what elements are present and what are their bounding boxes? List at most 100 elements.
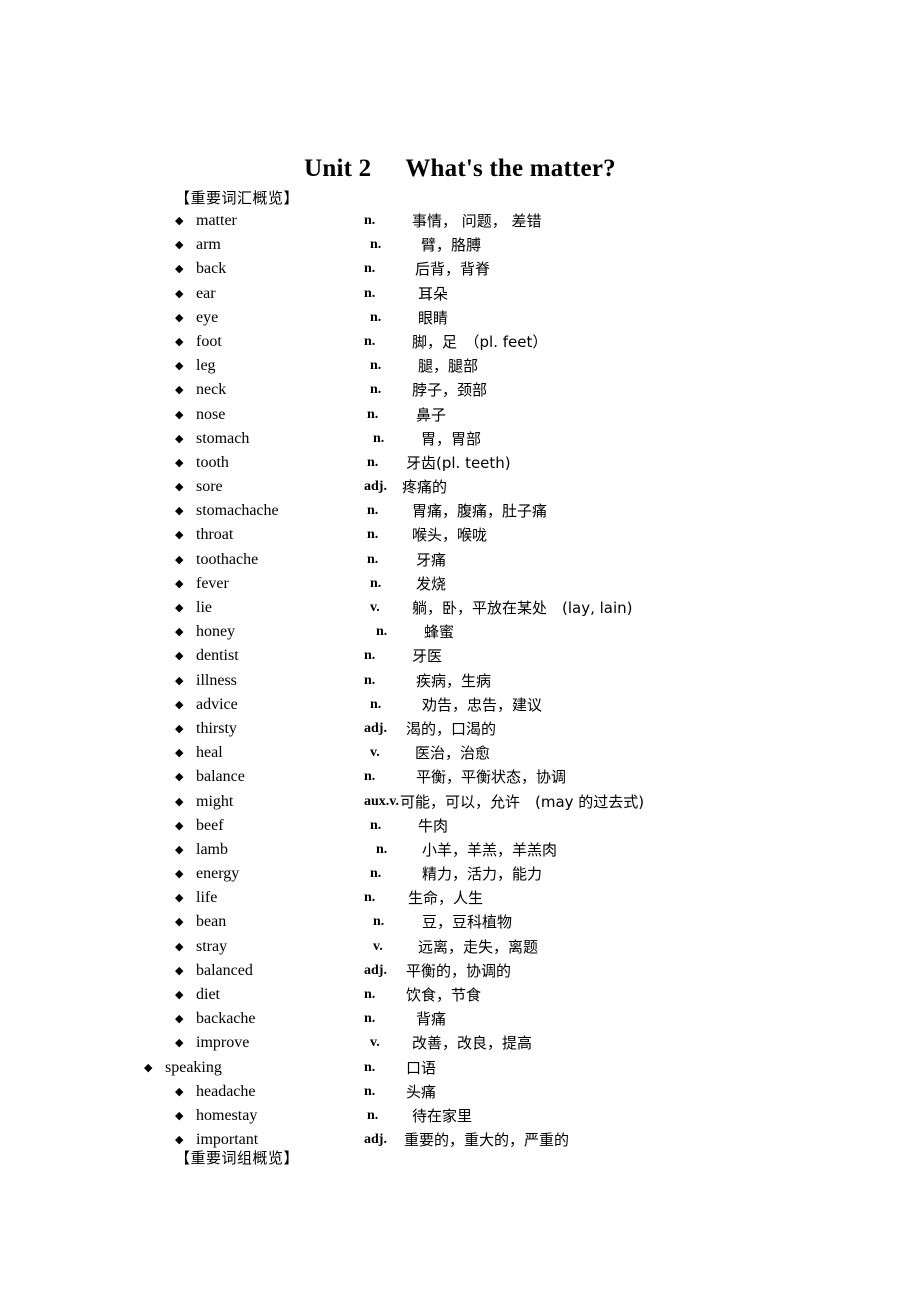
word-meaning: 牙医 (412, 647, 443, 666)
diamond-bullet-icon: ◆ (175, 455, 184, 469)
vocabulary-word: sore (196, 478, 223, 496)
vocabulary-row: ◆ beef n. 牛肉 (0, 814, 920, 838)
diamond-bullet-icon: ◆ (175, 673, 184, 687)
diamond-bullet-icon: ◆ (175, 601, 184, 614)
document-page: Unit 2 What's the matter? 【重要词汇概览】 ◆ matte… (0, 0, 920, 1302)
word-meaning: 臂，胳膊 (421, 236, 482, 255)
vocabulary-word: balance (196, 768, 245, 786)
part-of-speech: n. (364, 648, 376, 664)
diamond-bullet-icon: ◆ (175, 528, 184, 542)
part-of-speech: n. (367, 454, 379, 470)
diamond-bullet-icon: ◆ (175, 697, 184, 711)
diamond-bullet-icon: ◆ (175, 746, 184, 760)
diamond-bullet-icon: ◆ (175, 721, 184, 735)
vocabulary-word: tooth (196, 453, 229, 471)
part-of-speech: v. (370, 1035, 380, 1051)
title-unit-number: Unit 2 (304, 154, 372, 182)
word-meaning: 脖子，颈部 (412, 381, 488, 400)
part-of-speech: n. (367, 503, 379, 519)
part-of-speech: n. (370, 382, 382, 398)
word-meaning: 饮食，节食 (406, 986, 482, 1004)
vocabulary-word: leg (196, 357, 216, 375)
word-meaning: 胃，胃部 (421, 429, 482, 448)
part-of-speech: n. (373, 430, 385, 446)
word-meaning: 豆，豆科植物 (422, 913, 513, 932)
vocabulary-word: nose (196, 405, 226, 423)
vocabulary-word: homestay (196, 1106, 258, 1124)
part-of-speech: n. (370, 309, 382, 325)
vocabulary-row: ◆ stray v. 远离，走失，离题 (0, 935, 920, 959)
diamond-bullet-icon: ◆ (175, 504, 184, 518)
vocabulary-word: improve (196, 1034, 250, 1052)
diamond-bullet-icon: ◆ (175, 1084, 184, 1098)
vocabulary-word: life (196, 889, 218, 907)
part-of-speech: n. (370, 575, 382, 591)
diamond-bullet-icon: ◆ (175, 794, 184, 808)
word-meaning: 生命，人生 (408, 889, 484, 908)
vocabulary-word: stomach (196, 429, 250, 447)
vocabulary-row: ◆ life n. 生命，人生 (0, 886, 920, 910)
vocabulary-row: ◆ neck n. 脖子，颈部 (0, 378, 920, 402)
word-meaning: 蜂蜜 (424, 623, 455, 642)
part-of-speech: aux.v. (364, 793, 400, 809)
diamond-bullet-icon: ◆ (175, 238, 184, 252)
vocabulary-word: stray (196, 937, 228, 955)
word-meaning: 喉头，喉咙 (412, 526, 488, 545)
vocabulary-word: foot (196, 332, 222, 350)
word-meaning: 牙齿(pl. teeth) (406, 453, 511, 472)
word-meaning: 头痛 (406, 1082, 437, 1101)
part-of-speech: n. (370, 866, 382, 882)
word-meaning: 待在家里 (412, 1106, 473, 1125)
vocabulary-word: bean (196, 913, 227, 931)
diamond-bullet-icon: ◆ (175, 867, 184, 881)
word-meaning: 躺，卧，平放在某处 (lay, lain) (412, 599, 633, 617)
diamond-bullet-icon: ◆ (175, 1036, 184, 1050)
vocabulary-row: ◆ arm n. 臂，胳膊 (0, 233, 920, 257)
vocabulary-word: dentist (196, 647, 239, 665)
vocabulary-row: ◆ speaking n. 口语 (0, 1056, 920, 1080)
vocabulary-row: ◆ stomach n. 胃，胃部 (0, 427, 920, 451)
diamond-bullet-icon: ◆ (175, 939, 184, 953)
diamond-bullet-icon: ◆ (175, 552, 184, 566)
vocabulary-word: neck (196, 381, 227, 399)
diamond-bullet-icon: ◆ (175, 576, 184, 590)
diamond-bullet-icon: ◆ (175, 1108, 184, 1122)
part-of-speech: n. (367, 1107, 379, 1123)
word-meaning: 事情， 问题， 差错 (412, 212, 542, 230)
word-meaning: 脚，足 （pl. feet） (412, 332, 548, 351)
vocabulary-word: advice (196, 695, 238, 713)
vocabulary-word: speaking (165, 1058, 222, 1076)
word-meaning: 医治，治愈 (415, 744, 491, 763)
word-meaning: 腿，腿部 (418, 357, 479, 376)
part-of-speech: n. (364, 769, 376, 785)
diamond-bullet-icon: ◆ (175, 1012, 184, 1026)
part-of-speech: n. (364, 1083, 376, 1099)
vocabulary-word: eye (196, 308, 219, 326)
word-meaning: 眼睛 (418, 308, 449, 327)
diamond-bullet-icon: ◆ (175, 842, 184, 856)
word-meaning: 远离，走失，离题 (418, 937, 539, 956)
part-of-speech: n. (370, 358, 382, 374)
part-of-speech: v. (370, 600, 380, 615)
part-of-speech: n. (364, 890, 376, 906)
vocabulary-word: fever (196, 574, 229, 592)
vocabulary-row: ◆ nose n. 鼻子 (0, 403, 920, 427)
part-of-speech: n. (364, 672, 376, 688)
vocabulary-word: lie (196, 599, 212, 616)
part-of-speech: adj. (364, 720, 387, 736)
word-meaning: 后背，背脊 (415, 260, 491, 279)
word-meaning: 发烧 (416, 574, 447, 593)
vocabulary-row: ◆ heal v. 医治，治愈 (0, 741, 920, 765)
part-of-speech: n. (370, 696, 382, 712)
vocabulary-row: ◆ sore adj. 疼痛的 (0, 475, 920, 499)
vocabulary-row: ◆ improve v. 改善，改良，提高 (0, 1031, 920, 1055)
vocabulary-word: beef (196, 816, 224, 834)
diamond-bullet-icon: ◆ (175, 480, 184, 494)
part-of-speech: n. (364, 285, 376, 301)
phrases-section-heading: 【重要词组概览】 (175, 1149, 300, 1167)
diamond-bullet-icon: ◆ (144, 1060, 153, 1074)
part-of-speech: n. (367, 551, 379, 567)
diamond-bullet-icon: ◆ (175, 818, 184, 832)
part-of-speech: n. (370, 817, 382, 833)
vocabulary-row: ◆ toothache n. 牙痛 (0, 548, 920, 572)
